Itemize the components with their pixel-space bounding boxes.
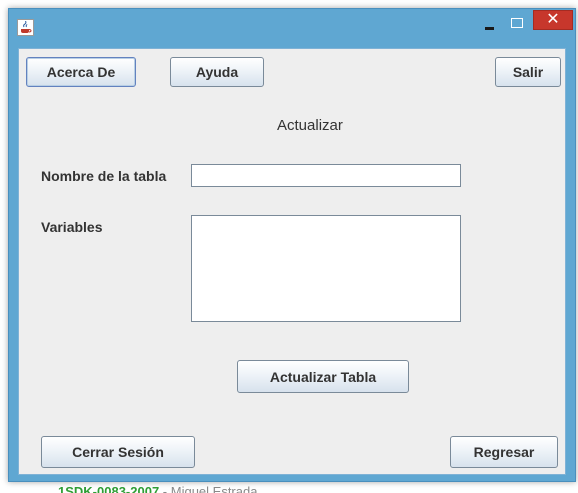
screen: 1SDK-0083-2007 - Miguel Estrada ✕ Acerca… [0,0,578,493]
acerca-de-button[interactable]: Acerca De [26,57,136,87]
actualizar-tabla-button[interactable]: Actualizar Tabla [237,360,409,393]
cerrar-sesion-button[interactable]: Cerrar Sesión [41,436,195,468]
close-button[interactable]: ✕ [533,10,573,30]
variables-label: Variables [41,219,103,235]
minimize-button[interactable] [479,13,503,35]
app-window: ✕ Acerca De Ayuda Salir Actualizar Nombr… [8,8,576,482]
ayuda-button[interactable]: Ayuda [170,57,264,87]
table-name-input[interactable] [191,164,461,187]
title-bar[interactable]: ✕ [9,9,575,47]
table-name-label: Nombre de la tabla [41,168,167,184]
salir-button[interactable]: Salir [495,57,561,87]
content-panel: Acerca De Ayuda Salir Actualizar Nombre … [18,48,566,475]
background-page-code: 1SDK-0083-2007 [58,484,160,493]
maximize-button[interactable] [507,13,529,35]
page-title: Actualizar [277,117,343,134]
variables-textarea[interactable] [191,215,461,322]
background-page-author: - Miguel Estrada [159,484,258,493]
java-cup-icon [17,19,34,36]
regresar-button[interactable]: Regresar [450,436,558,468]
background-page-text: 1SDK-0083-2007 - Miguel Estrada [58,484,257,493]
